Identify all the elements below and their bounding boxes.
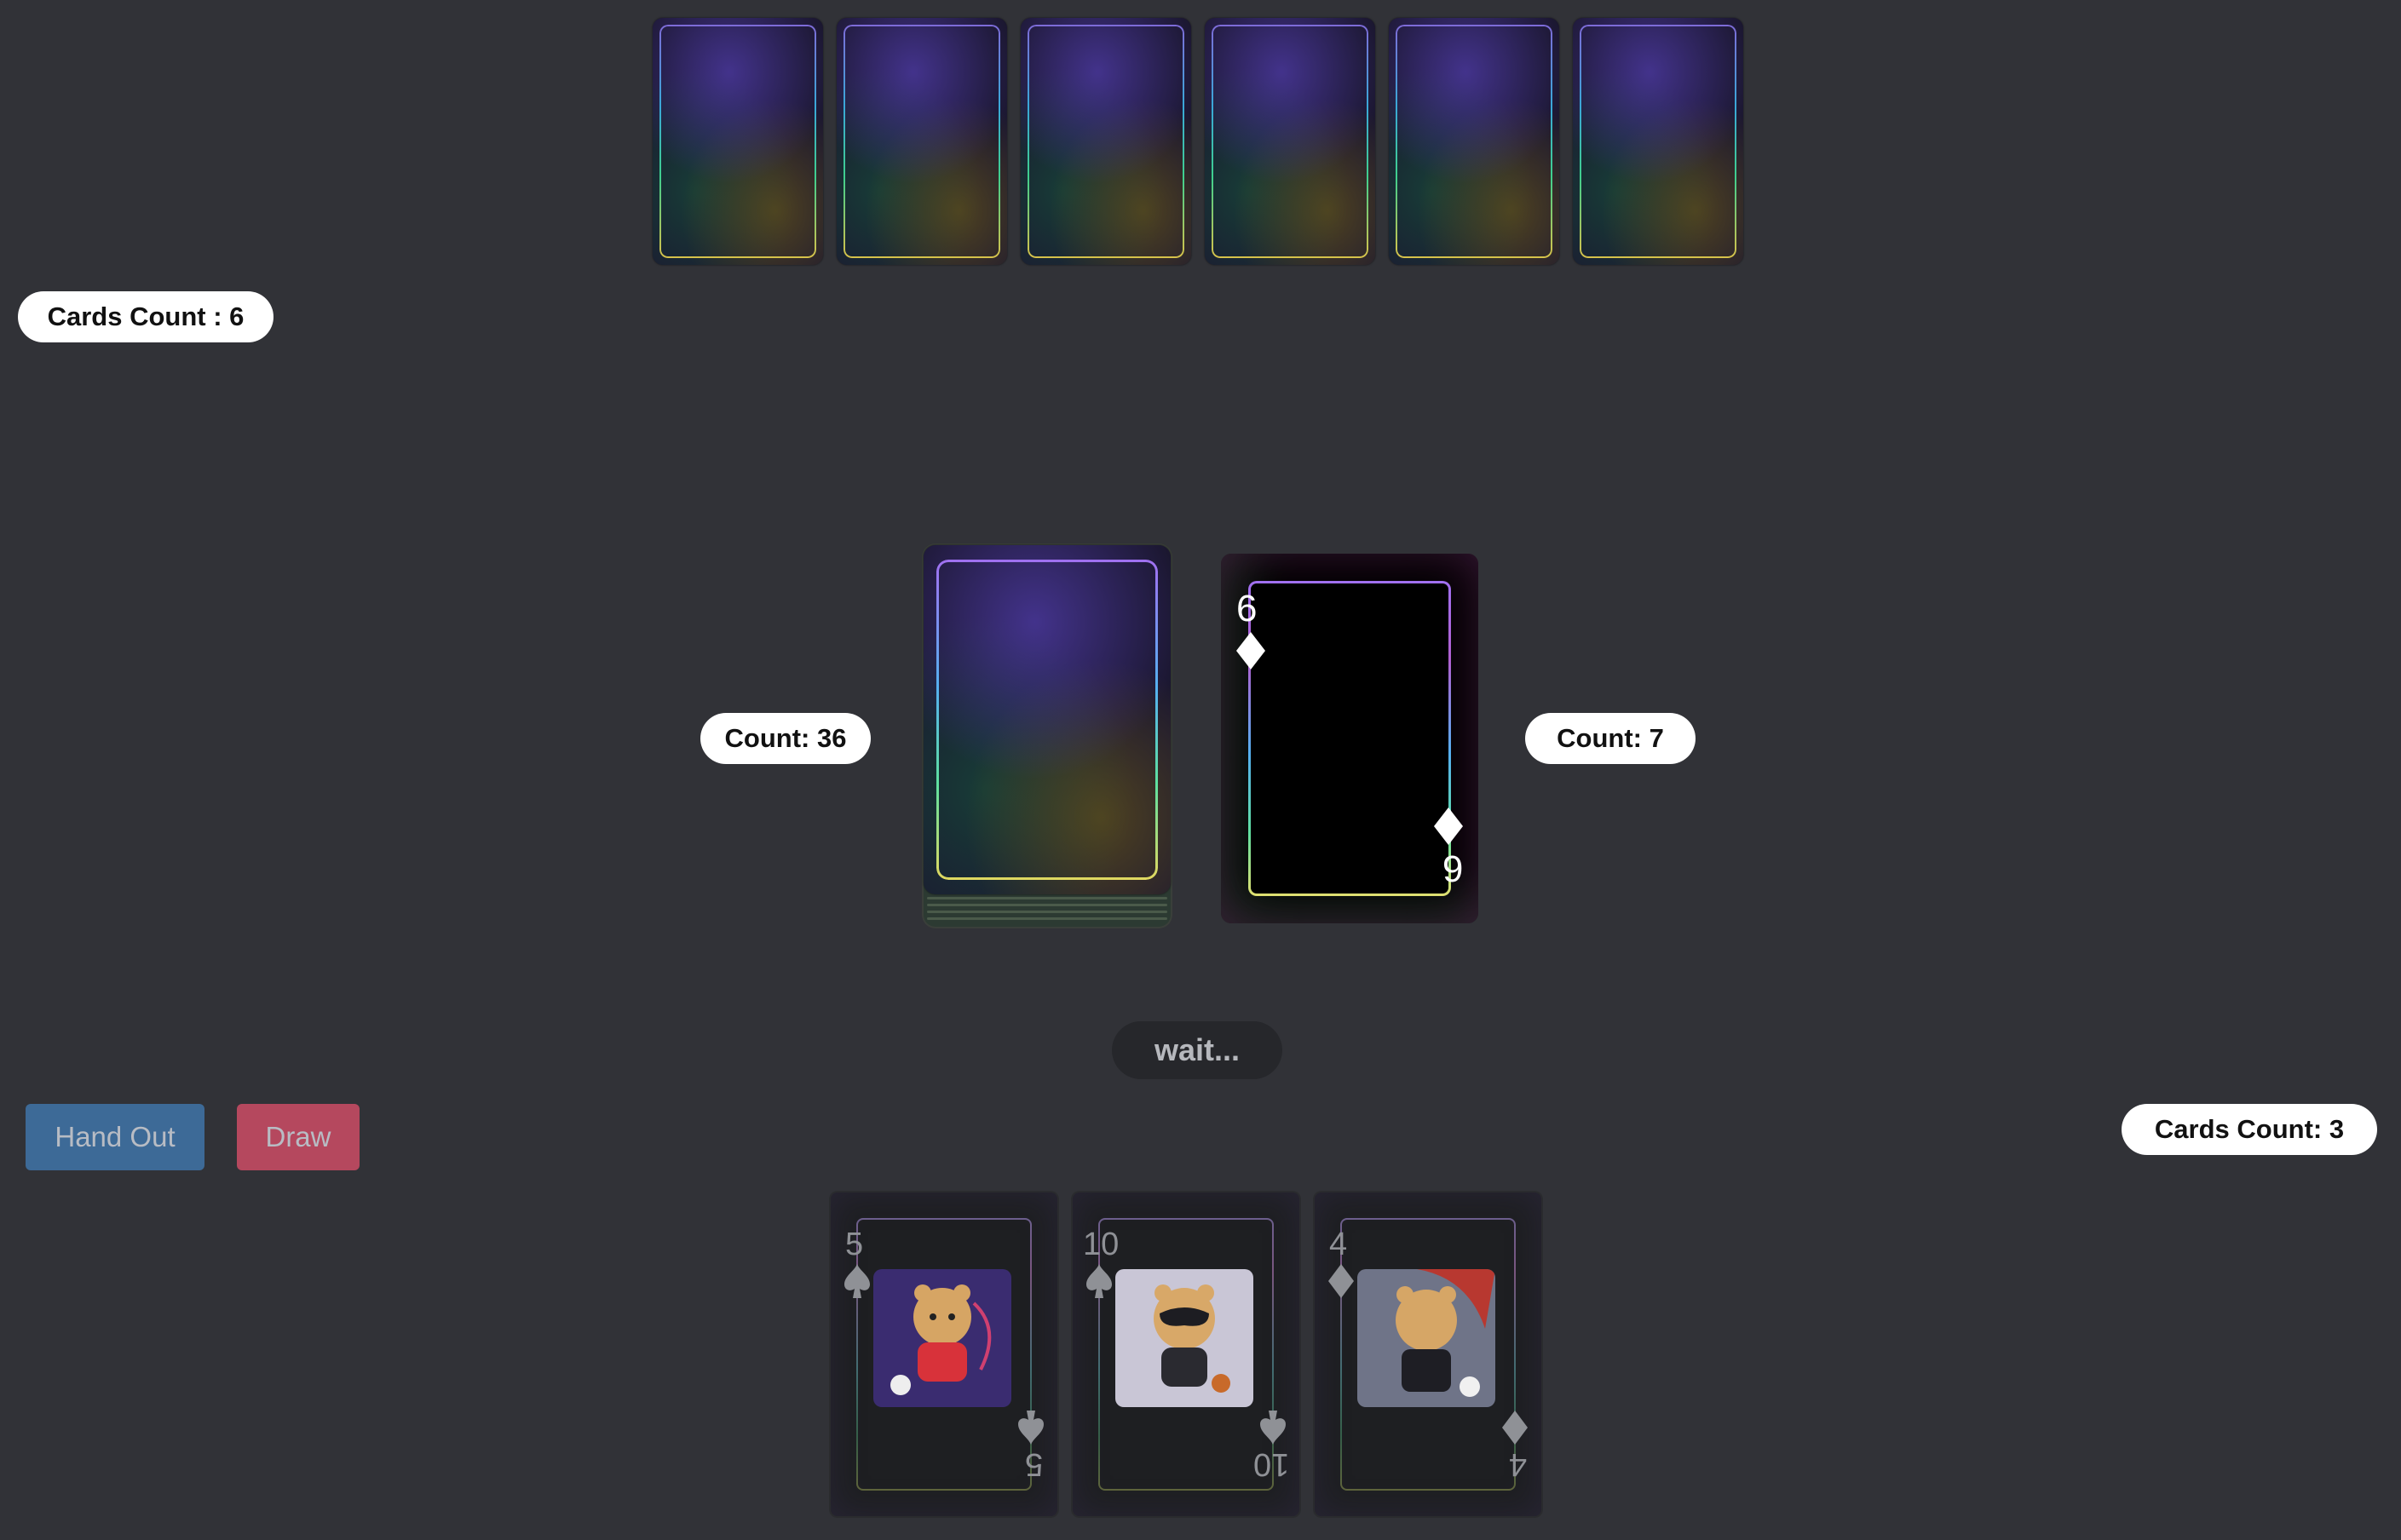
tiger-masked-image [1115,1269,1253,1407]
spade-suit-icon [844,1264,870,1302]
card-rank: 10 [1252,1446,1289,1482]
hand-out-button[interactable]: Hand Out [26,1104,204,1170]
diamond-suit-icon [1328,1264,1354,1302]
opponent-card-back [653,18,823,265]
player-cards-count-badge: Cards Count: 3 [2122,1104,2377,1155]
hand-card[interactable]: 5 5 [831,1192,1057,1516]
deck-count-badge: Count: 36 [700,713,871,764]
card-rank: 10 [1083,1227,1120,1262]
card-rank: 4 [1329,1227,1348,1262]
spade-suit-icon [1086,1264,1112,1302]
hand-card[interactable]: 4 4 [1315,1192,1541,1516]
diamond-suit-icon [1502,1407,1528,1445]
opponent-card-back [837,18,1007,265]
card-rank: 5 [1024,1446,1043,1482]
opponent-card-back [1573,18,1743,265]
tiger-caped-image [1357,1269,1495,1407]
discard-count-badge: Count: 7 [1525,713,1696,764]
discard-top-card: 6 6 [1221,554,1478,923]
card-rank: 6 [1442,848,1463,889]
card-rank: 6 [1236,588,1258,629]
diamond-suit-icon [1236,632,1265,673]
spade-suit-icon [1018,1407,1044,1445]
opponent-cards-count-badge: Cards Count : 6 [18,291,273,342]
card-rank: 5 [845,1227,864,1262]
spade-suit-icon [1260,1407,1286,1445]
opponent-card-back [1021,18,1191,265]
deck-top-card[interactable] [924,545,1171,894]
opponent-card-back [1389,18,1559,265]
wait-status: wait... [1112,1021,1282,1079]
tiger-red-shirt-image [873,1269,1011,1407]
draw-button[interactable]: Draw [237,1104,360,1170]
card-rank: 4 [1508,1446,1527,1482]
diamond-suit-icon [1434,804,1463,845]
hand-card[interactable]: 10 10 [1073,1192,1299,1516]
opponent-card-back [1205,18,1375,265]
